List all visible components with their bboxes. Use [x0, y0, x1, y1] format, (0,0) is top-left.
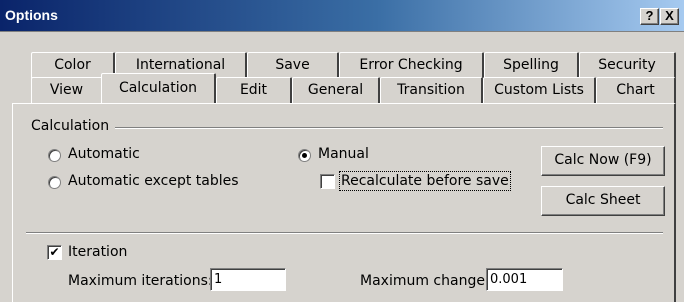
recalculate-before-save-label[interactable]: Recalculate before save — [339, 171, 511, 191]
manual-radio-selected-dot — [302, 153, 307, 158]
tab-security[interactable]: Security — [579, 52, 676, 78]
tab-chart[interactable]: Chart — [596, 77, 676, 103]
tab-spelling[interactable]: Spelling — [484, 52, 579, 78]
tab-custom-lists[interactable]: Custom Lists — [483, 77, 596, 103]
close-button[interactable]: X — [660, 8, 679, 25]
manual-label[interactable]: Manual — [318, 146, 369, 162]
calculation-group-label: Calculation — [31, 118, 110, 134]
tab-calculation[interactable]: Calculation — [101, 73, 216, 103]
maximum-change-input[interactable]: 0.001 — [486, 268, 563, 291]
tab-save[interactable]: Save — [247, 52, 339, 78]
tab-edit[interactable]: Edit — [216, 77, 292, 103]
automatic-except-tables-radio[interactable] — [48, 176, 61, 189]
maximum-iterations-input[interactable]: 1 — [210, 268, 286, 291]
automatic-radio[interactable] — [48, 149, 61, 162]
automatic-except-tables-label[interactable]: Automatic except tables — [68, 173, 239, 189]
title-bar: Options ? X — [0, 0, 684, 32]
maximum-iterations-label: Maximum iterations: — [68, 273, 213, 289]
iteration-divider — [26, 232, 663, 234]
calc-now-button[interactable]: Calc Now (F9) — [541, 146, 665, 176]
recalculate-before-save-checkbox[interactable] — [320, 174, 335, 189]
iteration-checkbox[interactable]: ✔ — [47, 245, 62, 260]
automatic-label[interactable]: Automatic — [68, 146, 140, 162]
iteration-label[interactable]: Iteration — [68, 244, 127, 260]
tab-error-checking[interactable]: Error Checking — [339, 52, 484, 78]
help-button[interactable]: ? — [640, 8, 659, 25]
tab-general[interactable]: General — [292, 77, 380, 103]
manual-radio[interactable] — [298, 149, 311, 162]
tab-view[interactable]: View — [31, 77, 103, 103]
maximum-change-label: Maximum change: — [360, 273, 490, 289]
calc-sheet-button[interactable]: Calc Sheet — [541, 186, 665, 216]
tab-transition[interactable]: Transition — [380, 77, 483, 103]
window-title: Options — [5, 7, 58, 23]
calculation-group-divider — [115, 127, 663, 129]
